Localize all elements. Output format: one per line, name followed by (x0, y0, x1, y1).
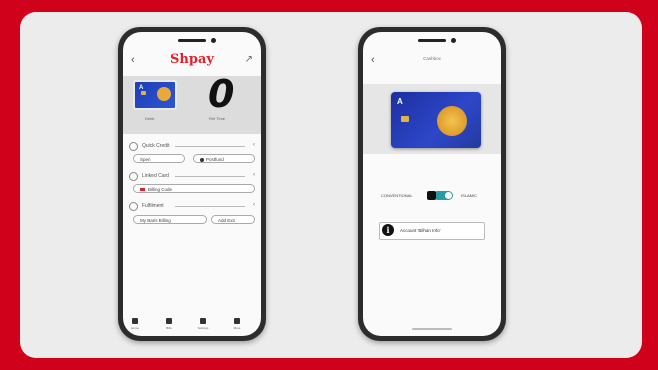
nav-label: Bills (166, 326, 172, 330)
top-bar: ‹ Cashbox (363, 50, 501, 72)
settings-icon (129, 202, 138, 211)
nav-label: Settings (197, 326, 209, 330)
card-chip (401, 116, 409, 122)
toggle-handle (427, 191, 436, 200)
bottom-nav: Home Bills Settings More (123, 314, 261, 330)
card-coin (157, 87, 171, 101)
notch (418, 39, 446, 42)
account-info-button[interactable]: i Account 'Bilhan Info' (379, 222, 485, 240)
credit-icon (129, 142, 138, 151)
card-icon (129, 172, 138, 181)
nav-home[interactable]: Home (125, 318, 145, 330)
nav-settings[interactable]: Settings (193, 318, 213, 330)
divider (175, 176, 245, 177)
camera-dot (451, 38, 456, 43)
chevron-icon: ‹ (253, 172, 255, 178)
more-icon (234, 318, 240, 324)
pill-text: Postfund (206, 157, 224, 162)
camera-dot (211, 38, 216, 43)
spen-pill[interactable]: Spen (133, 154, 185, 163)
billing-code-pill[interactable]: Billing Code (133, 184, 255, 193)
card-caption: Debit (145, 116, 155, 121)
app-brand: Shpay (170, 52, 214, 67)
card-chip (141, 91, 146, 95)
dot-icon (200, 157, 204, 162)
toggle-left-label: CONVENTIONAL (381, 193, 413, 198)
row-label: Linked Card (142, 173, 169, 179)
flag-icon (140, 188, 145, 192)
toggle-knob (445, 192, 452, 199)
balance-caption: Ref Time (209, 116, 226, 121)
debit-card[interactable]: A (391, 92, 481, 148)
add-exit-pill[interactable]: Add Exit (211, 215, 255, 224)
banking-mode-toggle-row: CONVENTIONAL ISLAMIC (381, 190, 491, 202)
nav-more[interactable]: More (227, 318, 247, 330)
home-indicator (412, 328, 452, 330)
postfund-pill[interactable]: Postfund (193, 154, 255, 163)
notch (178, 39, 206, 42)
top-bar: ‹ Shpay ↗ (123, 50, 261, 72)
phone-right: ‹ Cashbox A CONVENTIONAL ISLAMIC i Accou… (358, 27, 506, 341)
bills-icon (166, 318, 172, 324)
divider (175, 146, 245, 147)
chevron-icon: ‹ (253, 142, 255, 148)
toggle-right-label: ISLAMIC (461, 193, 478, 198)
content-panel (20, 12, 642, 358)
pill-text: Billing Code (148, 187, 173, 192)
nav-bills[interactable]: Bills (159, 318, 179, 330)
home-icon (132, 318, 138, 324)
billing-pill[interactable]: My Baris Billing (133, 215, 207, 224)
debit-card-thumb[interactable]: A (133, 80, 177, 110)
chevron-icon: ‹ (253, 202, 255, 208)
screen-title: Cashbox (423, 56, 441, 61)
banking-mode-toggle[interactable] (427, 191, 453, 200)
quick-credit-row[interactable]: Quick Credit ‹ (129, 142, 255, 152)
phone-right-screen: ‹ Cashbox A CONVENTIONAL ISLAMIC i Accou… (363, 32, 501, 336)
phone-left-screen: ‹ Shpay ↗ A 0 Debit Ref Time Quick Credi… (123, 32, 261, 336)
card-coin (437, 106, 467, 136)
phone-left: ‹ Shpay ↗ A 0 Debit Ref Time Quick Credi… (118, 27, 266, 341)
card-logo: A (397, 97, 403, 106)
row-label: Quick Credit (142, 143, 170, 149)
info-icon: i (382, 224, 394, 236)
settings-icon (200, 318, 206, 324)
fulfilment-row[interactable]: Fulfilment ‹ (129, 202, 255, 212)
nav-label: Home (130, 326, 139, 330)
linked-card-row[interactable]: Linked Card ‹ (129, 172, 255, 182)
nav-label: More (233, 326, 241, 330)
edit-icon[interactable]: ↗ (245, 54, 253, 65)
balance-value: 0 (208, 72, 235, 116)
divider (175, 206, 245, 207)
row-label: Fulfilment (142, 203, 164, 209)
info-button-label: Account 'Bilhan Info' (400, 228, 441, 233)
